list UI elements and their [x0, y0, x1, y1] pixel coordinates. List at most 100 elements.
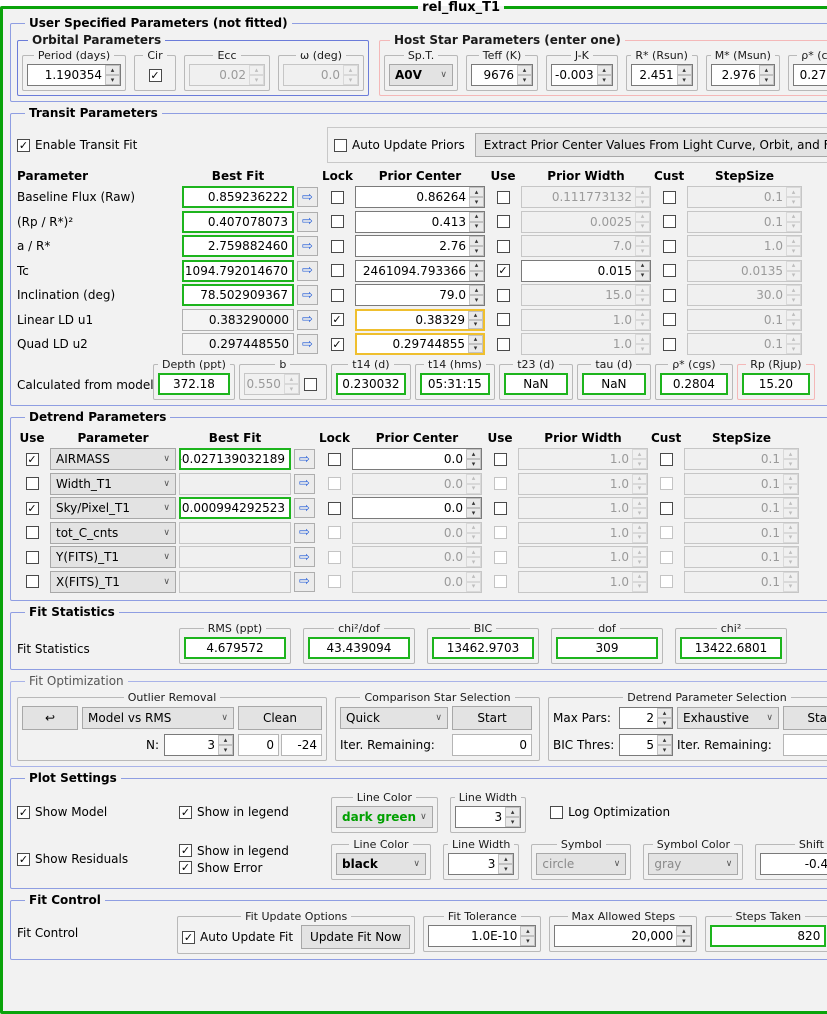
spinner-buttons[interactable]: ▴ ▾	[468, 310, 483, 329]
spin-up-icon[interactable]: ▴	[635, 260, 650, 271]
log-optimization-checkbox[interactable]	[550, 805, 564, 819]
prior-center-spinner[interactable]: 0.86264 ▴ ▾	[355, 186, 485, 208]
fit-tolerance-spinner[interactable]: 1.0E-10 ▴ ▾	[428, 925, 537, 947]
spin-down-icon[interactable]: ▾	[676, 936, 692, 946]
residuals-line-width-spinner[interactable]: 3 ▴ ▾	[448, 853, 515, 875]
model-line-color-dropdown[interactable]: dark green ∨	[336, 806, 433, 828]
spin-down-icon[interactable]: ▾	[505, 817, 521, 827]
spin-up-icon[interactable]: ▴	[758, 65, 774, 75]
use-detrend-checkbox[interactable]	[25, 550, 39, 564]
copy-best-fit-to-prior-button[interactable]: ⇨	[294, 522, 315, 543]
use-prior-checkbox[interactable]	[496, 239, 510, 253]
spinner-buttons[interactable]: ▴ ▾	[466, 498, 481, 518]
spin-up-icon[interactable]: ▴	[469, 236, 484, 246]
copy-best-fit-to-prior-button[interactable]: ⇨	[297, 236, 318, 256]
prior-center-spinner[interactable]: 0.413 ▴ ▾	[355, 210, 485, 233]
spin-down-icon[interactable]: ▾	[469, 270, 484, 281]
prior-center-spinner[interactable]: 0.0 ▴ ▾	[352, 497, 482, 519]
spin-up-icon[interactable]: ▴	[469, 187, 484, 197]
detrend-parameter-dropdown[interactable]: Width_T1 ∨	[50, 472, 176, 495]
spinner-buttons[interactable]: ▴ ▾	[469, 236, 484, 256]
copy-best-fit-to-prior-button[interactable]: ⇨	[297, 309, 318, 330]
residuals-line-color-dropdown[interactable]: black ∨	[336, 853, 426, 875]
impact-parameter-checkbox[interactable]	[303, 377, 317, 391]
spinner-buttons[interactable]: ▴ ▾	[469, 285, 484, 305]
copy-best-fit-to-prior-button[interactable]: ⇨	[297, 260, 318, 281]
spinner-buttons[interactable]: ▴ ▾	[505, 807, 521, 827]
prior-width-spinner[interactable]: 0.015 ▴ ▾	[521, 259, 651, 282]
model-line-width-spinner[interactable]: 3 ▴ ▾	[454, 806, 522, 828]
spectral-type-dropdown[interactable]: A0V ∨	[389, 64, 453, 86]
teff-spinner[interactable]: 9676 ▴ ▾	[471, 64, 533, 86]
use-prior-checkbox[interactable]	[496, 190, 510, 204]
use-detrend-checkbox[interactable]: ✓	[25, 501, 39, 515]
prior-center-spinner[interactable]: 79.0 ▴ ▾	[355, 284, 485, 306]
spin-down-icon[interactable]: ▾	[520, 936, 536, 946]
spin-down-icon[interactable]: ▾	[469, 295, 484, 305]
copy-best-fit-to-prior-button[interactable]: ⇨	[294, 571, 315, 592]
comparison-start-button[interactable]: Start	[452, 706, 532, 730]
residuals-show-in-legend-checkbox[interactable]: ✓	[179, 844, 192, 857]
detrend-parameter-dropdown[interactable]: Sky/Pixel_T1 ∨	[50, 497, 176, 519]
copy-best-fit-to-prior-button[interactable]: ⇨	[297, 334, 318, 354]
stellar-density-spinner[interactable]: 0.273▴▾	[792, 64, 827, 86]
detrend-parameter-dropdown[interactable]: X(FITS)_T1 ∨	[50, 570, 176, 593]
stellar-mass-spinner[interactable]: 2.976 ▴ ▾	[710, 64, 775, 86]
detrend-parameter-dropdown[interactable]: AIRMASS ∨	[50, 448, 176, 470]
prior-center-spinner[interactable]: 0.0 ▴ ▾	[352, 448, 482, 470]
spin-down-icon[interactable]: ▾	[517, 75, 532, 85]
spin-up-icon[interactable]: ▴	[466, 449, 481, 459]
spin-up-icon[interactable]: ▴	[596, 65, 612, 75]
copy-best-fit-to-prior-button[interactable]: ⇨	[294, 449, 315, 469]
copy-best-fit-to-prior-button[interactable]: ⇨	[294, 473, 315, 494]
spin-down-icon[interactable]: ▾	[469, 221, 484, 232]
spin-down-icon[interactable]: ▾	[469, 246, 484, 256]
lock-checkbox[interactable]	[330, 288, 344, 302]
lock-checkbox[interactable]	[327, 452, 341, 466]
spin-up-icon[interactable]: ▴	[469, 260, 484, 271]
spinner-buttons[interactable]: ▴ ▾	[468, 335, 483, 353]
spinner-buttons[interactable]: ▴ ▾	[469, 211, 484, 232]
use-detrend-checkbox[interactable]	[25, 526, 39, 539]
spin-down-icon[interactable]: ▾	[466, 508, 481, 518]
custom-step-checkbox[interactable]	[662, 264, 676, 277]
enable-transit-fit-checkbox[interactable]: ✓	[17, 138, 30, 152]
update-fit-now-button[interactable]: Update Fit Now	[301, 925, 411, 949]
period-spinner[interactable]: 1.190354 ▴ ▾	[27, 64, 121, 86]
spin-down-icon[interactable]: ▾	[469, 197, 484, 207]
spin-up-icon[interactable]: ▴	[676, 926, 692, 936]
spinner-buttons[interactable]: ▴ ▾	[517, 65, 532, 85]
spin-down-icon[interactable]: ▾	[498, 864, 514, 874]
spinner-buttons[interactable]: ▴ ▾	[466, 449, 481, 469]
outlier-method-dropdown[interactable]: Model vs RMS ∨	[82, 707, 234, 729]
spin-up-icon[interactable]: ▴	[218, 735, 233, 745]
use-prior-checkbox[interactable]	[496, 313, 510, 326]
lock-checkbox[interactable]	[330, 215, 344, 228]
prior-center-spinner[interactable]: 2.76 ▴ ▾	[355, 235, 485, 257]
spin-down-icon[interactable]: ▾	[758, 75, 774, 85]
use-prior-checkbox[interactable]	[496, 215, 510, 228]
spin-down-icon[interactable]: ▾	[596, 75, 612, 85]
spinner-buttons[interactable]: ▴ ▾	[657, 708, 672, 728]
use-prior-checkbox[interactable]	[493, 501, 507, 515]
spin-down-icon[interactable]: ▾	[466, 459, 481, 469]
detrend-selection-method-dropdown[interactable]: Exhaustive ∨	[677, 707, 779, 729]
clean-button[interactable]: Clean	[238, 706, 322, 730]
spin-up-icon[interactable]: ▴	[505, 807, 521, 817]
spinner-buttons[interactable]: ▴ ▾	[657, 735, 672, 755]
spinner-buttons[interactable]: ▴ ▾	[596, 65, 612, 85]
max-allowed-steps-spinner[interactable]: 20,000 ▴ ▾	[554, 925, 693, 947]
spin-up-icon[interactable]: ▴	[498, 854, 514, 864]
spin-down-icon[interactable]: ▾	[105, 75, 120, 85]
lock-checkbox[interactable]	[330, 190, 344, 204]
copy-best-fit-to-prior-button[interactable]: ⇨	[297, 211, 318, 232]
auto-update-priors-checkbox[interactable]	[334, 138, 347, 152]
spinner-buttons[interactable]: ▴ ▾	[218, 735, 233, 755]
use-detrend-checkbox[interactable]	[25, 477, 39, 490]
spin-up-icon[interactable]: ▴	[466, 498, 481, 508]
spinner-buttons[interactable]: ▴ ▾	[676, 926, 692, 946]
copy-best-fit-to-prior-button[interactable]: ⇨	[294, 498, 315, 518]
lock-checkbox[interactable]: ✓	[330, 337, 344, 351]
custom-step-checkbox[interactable]	[662, 288, 676, 302]
comparison-mode-dropdown[interactable]: Quick ∨	[340, 707, 448, 729]
